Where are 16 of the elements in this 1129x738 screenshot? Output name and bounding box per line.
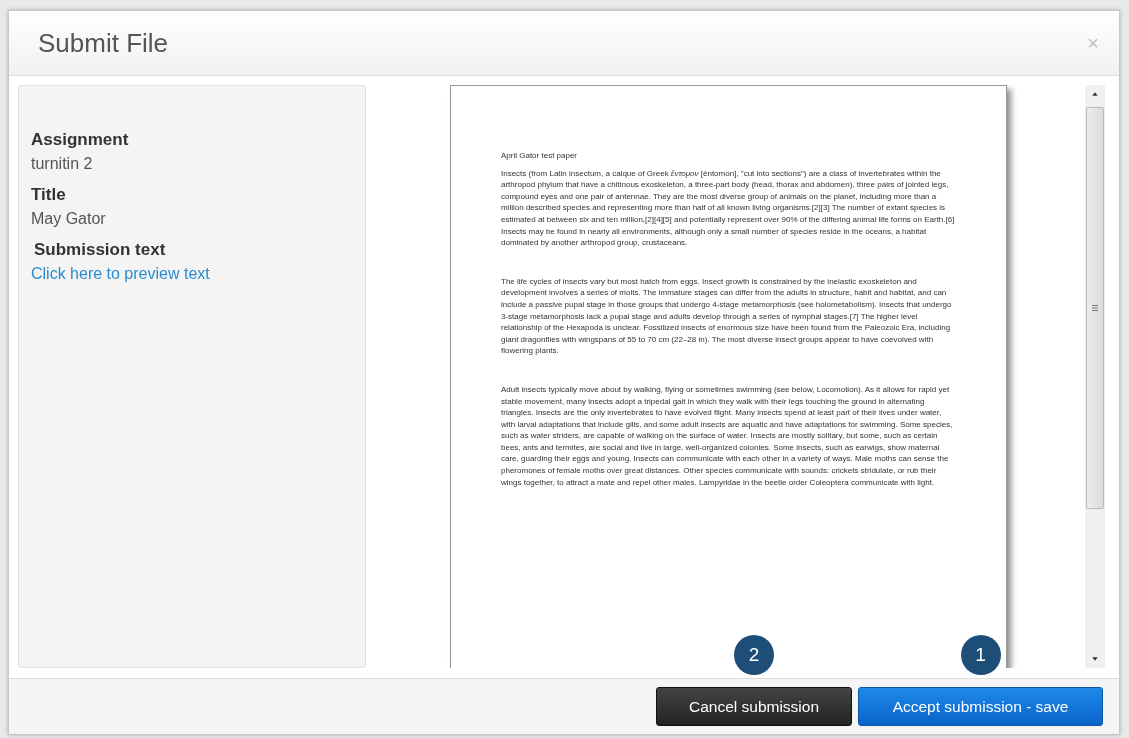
cancel-button[interactable]: Cancel submission [656, 687, 852, 726]
document-paragraph: Insects (from Latin insectum, a calque of Greek ἔντομον [éntomon], "cut into sections") are a class of invertebrates within the arthropod phylum that have a chitinous exoskeleton, a three-part body (head, thorax and abdomen), three pairs of jointed legs, compound eyes and one pair of antennae. They are the most diverse group of animals on the planet, including more than a million described species and representing more than half of all known living organisms.[2][3] The number of extant species is estimated at between six and ten million,[2][4][5] and potentially represent over 90% of the differing animal life forms on Earth.[6] Insects may be found in nearly all environments, although only a small number of species reside in the oceans, a habitat dominated by another arthropod group, crustaceans. [501, 167, 956, 249]
preview-link[interactable]: Click here to preview text [31, 265, 210, 282]
scroll-thumb[interactable] [1086, 107, 1104, 509]
accept-button[interactable]: Accept submission - save [858, 687, 1103, 726]
scrollbar[interactable] [1085, 85, 1105, 668]
field-label: Assignment [31, 130, 130, 150]
field-value: May Gator [31, 210, 107, 228]
field-label: Title [31, 185, 67, 205]
field-label: Submission text [34, 240, 167, 260]
document-heading: April Gator test paper [501, 150, 579, 162]
grip-icon [1091, 304, 1099, 312]
field-value: turnitin 2 [31, 155, 94, 173]
document-paragraph: Adult insects typically move about by walking, flying or sometimes swimming (see below, Locomotion). As it allows for rapid yet stable movement, many insects adopt a tripedal gait in which they walk with their legs touching the ground in alternating triangles. Insects are the only invertebrates to have evolved flight. Many insects spend at least part of their lives under water, with larval adaptations that include gills, and some adult insects are aquatic and have adaptations for swimming. Some species, such as water striders, are capable of walking on the surface of water. Insects are mostly solitary, but some, such as certain bees, ants and termites, are social and live in large, well-organized colonies. Some insects, such as earwigs, show maternal care, guarding their eggs and young. Insects can communicate with each other in a variety of ways. Male moths can sense the pheromones of female moths over great distances. Other species communicate with sounds: crickets stridulate, or rub their wings together, to attract a mate and repel other males. Lampyridae in the beetle order Coleoptera communicate with light. [501, 383, 954, 489]
document-paragraph: The life cycles of insects vary but most hatch from eggs. Insect growth is constrained by the inelastic exoskeleton and development involves a series of molts. The immature stages can differ from the adults in structure, habit and habitat, and can include a passive pupal stage in those groups that undergo 4-stage metamorphosis (see holometabolism). Insects that undergo 3-stage metamorphosis lack a pupal stage and adults develop through a series of nymphal stages.[7] The higher level relationship of the Hexapoda is unclear. Fossilized insects of enormous size have been found from the Paleozoic Era, including giant dragonflies with wingspans of 55 to 70 cm (22–28 in). The most diverse insect groups appear to have coevolved with flowering plants. [501, 275, 953, 357]
dialog-title: Submit File [38, 27, 169, 59]
